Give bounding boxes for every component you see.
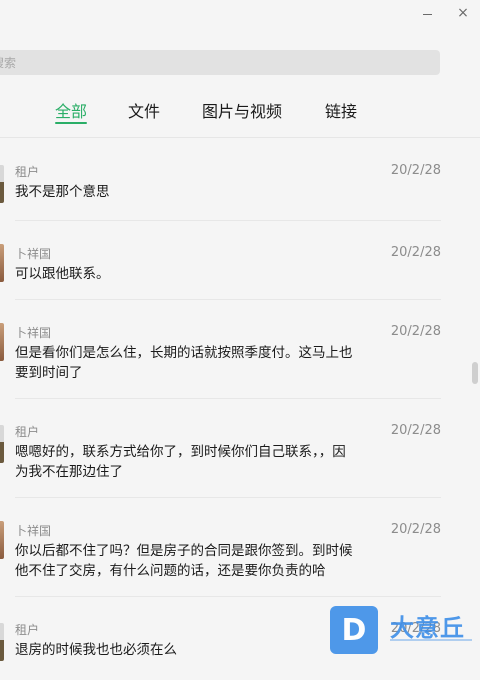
search-box[interactable] bbox=[0, 50, 440, 75]
message-item[interactable]: 租户 20/2/28 我不是那个意思 bbox=[0, 138, 441, 221]
message-date: 20/2/28 bbox=[390, 522, 441, 537]
watermark: D 大意丘 bbox=[330, 606, 480, 654]
message-date: 20/2/28 bbox=[390, 245, 441, 260]
watermark-underline bbox=[390, 639, 472, 641]
search-input[interactable] bbox=[0, 54, 440, 71]
message-line: 可以跟他联系。 bbox=[15, 266, 110, 282]
message-text: 但是看你们是怎么住，长期的话就按照季度付。这马上也 要到时间了 bbox=[15, 343, 375, 383]
message-list: 租户 20/2/28 我不是那个意思 卜祥国 20/2/28 可以跟他联系。 卜… bbox=[0, 138, 470, 680]
close-button[interactable]: × bbox=[454, 4, 472, 22]
message-item[interactable]: 卜祥国 20/2/28 你以后都不住了吗？但是房子的合同是跟你签到。到时候 他不… bbox=[0, 497, 441, 597]
message-text: 我不是那个意思 bbox=[15, 182, 375, 202]
tab-links-label: 链接 bbox=[325, 102, 358, 121]
message-sender: 租户 bbox=[15, 425, 40, 439]
message-date: 20/2/28 bbox=[390, 163, 441, 178]
tab-files[interactable]: 文件 bbox=[128, 98, 160, 122]
avatar[interactable] bbox=[0, 165, 4, 203]
message-text: 嗯嗯好的，联系方式给你了，到时候你们自己联系，，因 为我不在那边住了 bbox=[15, 442, 375, 482]
tab-all-label: 全部 bbox=[55, 102, 88, 121]
tab-files-label: 文件 bbox=[128, 102, 161, 121]
message-item[interactable]: 租户 20/2/28 嗯嗯好的，联系方式给你了，到时候你们自己联系，，因 为我不… bbox=[0, 398, 441, 498]
message-text: 退房的时候我也也必须在么 bbox=[15, 640, 375, 660]
message-item[interactable]: 卜祥国 20/2/28 可以跟他联系。 bbox=[0, 220, 441, 300]
minimize-button[interactable] bbox=[418, 4, 436, 22]
avatar[interactable] bbox=[0, 521, 4, 559]
message-sender: 卜祥国 bbox=[15, 247, 52, 261]
tab-media[interactable]: 图片与视频 bbox=[202, 98, 282, 122]
chat-history-window: × 全部 文件 图片与视频 链接 租户 20/2/28 我不是那个意思 bbox=[0, 0, 480, 680]
message-line: 他不住了交房，有什么问题的话，还是要你负责的哈 bbox=[15, 563, 326, 579]
close-icon: × bbox=[457, 5, 469, 21]
message-text: 可以跟他联系。 bbox=[15, 264, 375, 284]
message-line: 嗯嗯好的，联系方式给你了，到时候你们自己联系，，因 bbox=[15, 444, 346, 460]
message-text: 你以后都不住了吗？但是房子的合同是跟你签到。到时候 他不住了交房，有什么问题的话… bbox=[15, 541, 375, 581]
active-tab-indicator bbox=[55, 122, 88, 124]
message-line: 退房的时候我也也必须在么 bbox=[15, 642, 177, 658]
avatar[interactable] bbox=[0, 425, 4, 463]
tab-links[interactable]: 链接 bbox=[325, 98, 357, 122]
message-line: 为我不在那边住了 bbox=[15, 464, 123, 480]
message-date: 20/2/28 bbox=[390, 324, 441, 339]
message-item[interactable]: 卜祥国 20/2/28 但是看你们是怎么住，长期的话就按照季度付。这马上也 要到… bbox=[0, 299, 441, 399]
message-date: 20/2/28 bbox=[390, 423, 441, 438]
message-sender: 租户 bbox=[15, 165, 40, 179]
window-controls: × bbox=[418, 4, 472, 22]
avatar[interactable] bbox=[0, 323, 4, 361]
avatar[interactable] bbox=[0, 244, 4, 282]
message-line: 你以后都不住了吗？但是房子的合同是跟你签到。到时候 bbox=[15, 543, 353, 559]
message-sender: 卜祥国 bbox=[15, 524, 52, 538]
message-line: 但是看你们是怎么住，长期的话就按照季度付。这马上也 bbox=[15, 345, 353, 361]
scrollbar-thumb[interactable] bbox=[472, 362, 478, 384]
avatar[interactable] bbox=[0, 623, 4, 661]
minimize-icon bbox=[422, 13, 432, 15]
filter-tabs: 全部 文件 图片与视频 链接 bbox=[0, 98, 480, 126]
watermark-logo: D bbox=[330, 606, 378, 654]
message-sender: 卜祥国 bbox=[15, 326, 52, 340]
tab-media-label: 图片与视频 bbox=[202, 102, 283, 121]
message-line: 我不是那个意思 bbox=[15, 184, 110, 200]
tab-all[interactable]: 全部 bbox=[55, 98, 88, 124]
message-line: 要到时间了 bbox=[15, 365, 83, 381]
watermark-text: 大意丘 bbox=[390, 614, 465, 642]
message-sender: 租户 bbox=[15, 623, 40, 637]
